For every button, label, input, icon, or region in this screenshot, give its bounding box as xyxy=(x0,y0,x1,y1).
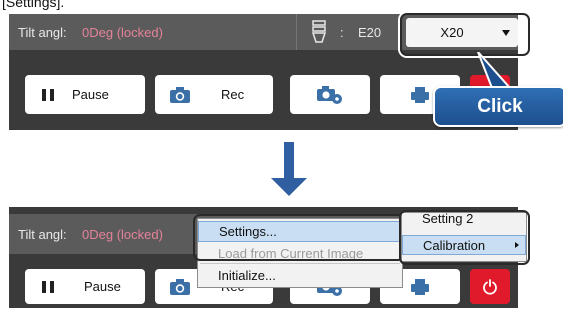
camera-settings-icon xyxy=(317,85,342,104)
down-arrow-icon xyxy=(284,142,294,182)
printer-icon xyxy=(411,278,429,295)
pause-button[interactable]: Pause xyxy=(25,269,145,304)
divider xyxy=(296,14,297,50)
submenu-highlight-outline xyxy=(399,210,530,265)
pause-button[interactable]: Pause xyxy=(25,75,145,114)
power-button[interactable] xyxy=(470,269,510,304)
pause-icon xyxy=(42,280,54,293)
lens-icon xyxy=(311,20,327,43)
rec-label: Rec xyxy=(221,87,245,102)
camera-icon xyxy=(170,278,190,295)
down-arrow-head xyxy=(271,178,307,196)
tilt-angle-value: 0Deg (locked) xyxy=(82,25,163,40)
pause-label: Pause xyxy=(84,279,121,294)
tilt-angle-value: 0Deg (locked) xyxy=(82,227,163,242)
pause-label: Pause xyxy=(72,87,109,102)
power-icon xyxy=(483,278,497,295)
rec-button[interactable]: Rec xyxy=(155,75,273,114)
lens-code: E20 xyxy=(358,25,382,40)
pause-icon xyxy=(42,88,54,101)
tilt-angle-label: Tilt angl: xyxy=(18,25,67,40)
callout-highlight xyxy=(400,13,530,56)
printer-icon xyxy=(411,86,429,103)
doc-caption: [Settings]. xyxy=(2,0,65,10)
menu-item-initialize[interactable]: Initialize... xyxy=(198,265,402,285)
camera-settings-button[interactable] xyxy=(290,75,370,114)
menu-highlight-outline xyxy=(193,214,405,261)
menu-separator xyxy=(200,263,400,264)
lens-separator: : xyxy=(340,25,344,40)
click-callout: Click xyxy=(433,86,563,127)
camera-icon xyxy=(170,86,190,103)
tilt-angle-label: Tilt angl: xyxy=(18,227,67,242)
